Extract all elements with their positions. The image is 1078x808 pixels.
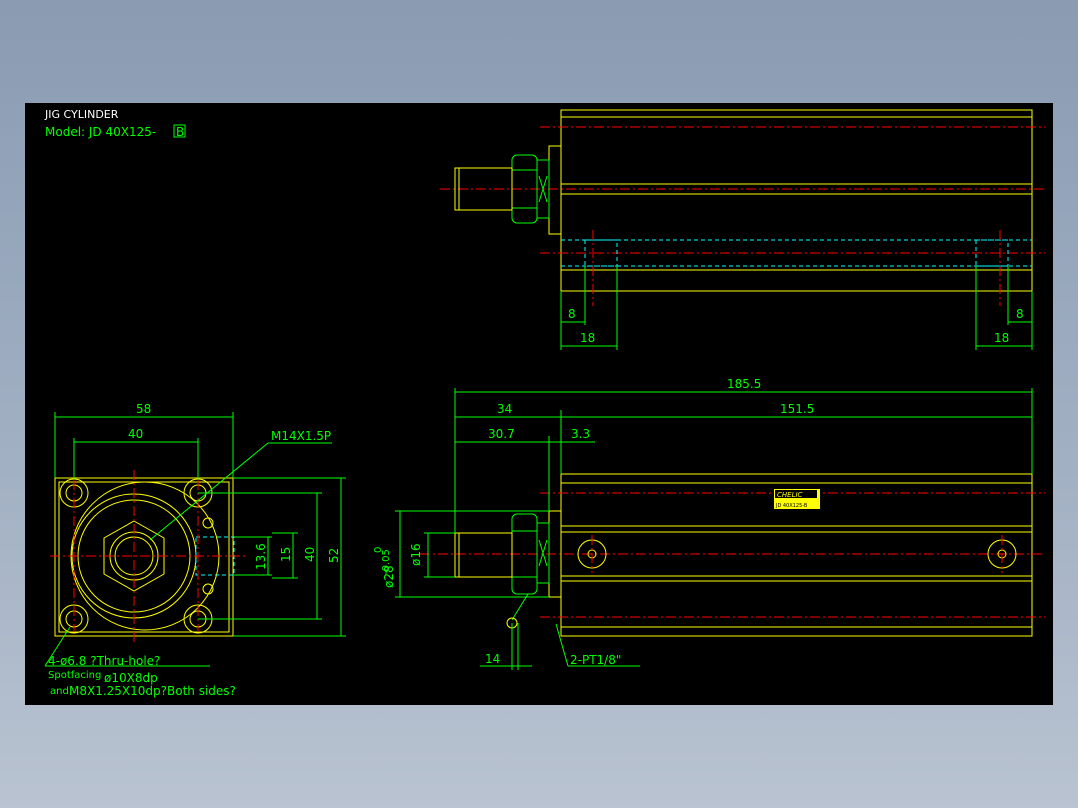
dim-dia-16: ø16 [409, 543, 423, 566]
brand-subtext: JD 40X125-B [775, 503, 808, 509]
dim-total-length: 185.5 [727, 377, 761, 391]
and-label: and [50, 686, 69, 697]
dim-rod-length: 34 [497, 402, 512, 416]
cad-drawing: JIG CYLINDER Model: JD 40X125- B 8 18 8 … [44, 108, 1045, 698]
dim-dia-28-tol-lower: -0.05 [381, 549, 392, 575]
brand-label: CHELIC [777, 491, 803, 499]
dim-top-8-right: 8 [1016, 307, 1024, 321]
end-view: 58 40 M14X1.5P 13.6 15 40 52 4-ø6.8 ?Thr… [44, 402, 346, 698]
holes-note: 4-ø6.8 ?Thru-hole? [48, 654, 160, 668]
dim-14: 14 [485, 652, 500, 666]
model-suffix: B [176, 125, 184, 139]
drawing-title: JIG CYLINDER [44, 108, 119, 121]
top-view: 8 18 8 18 [440, 109, 1045, 350]
dim-h-40: 40 [303, 547, 317, 562]
thread-note-holes: M8X1.25X10dp?Both sides? [69, 684, 236, 698]
model-label: Model: JD 40X125- [45, 125, 156, 139]
dim-h-13-6: 13.6 [254, 543, 268, 570]
dim-rod-extension: 30.7 [488, 427, 515, 441]
spotfacing-value: ø10X8dp [104, 671, 158, 685]
dim-end-width: 58 [136, 402, 151, 416]
spotfacing-label: Spotfacing [48, 670, 101, 681]
dim-flange: 3.3 [571, 427, 590, 441]
port-note: 2-PT1/8" [570, 653, 621, 667]
dim-h-15: 15 [279, 547, 293, 562]
dim-end-bolt-spacing: 40 [128, 427, 143, 441]
dim-body-length: 151.5 [780, 402, 814, 416]
thread-note: M14X1.5P [271, 429, 331, 443]
dim-top-18-right: 18 [994, 331, 1009, 345]
dim-h-52: 52 [327, 548, 341, 563]
front-view: CHELIC JD 40X125-B 185.5 34 151.5 30.7 3… [373, 377, 1045, 670]
dim-top-8-left: 8 [568, 307, 576, 321]
dim-top-18-left: 18 [580, 331, 595, 345]
